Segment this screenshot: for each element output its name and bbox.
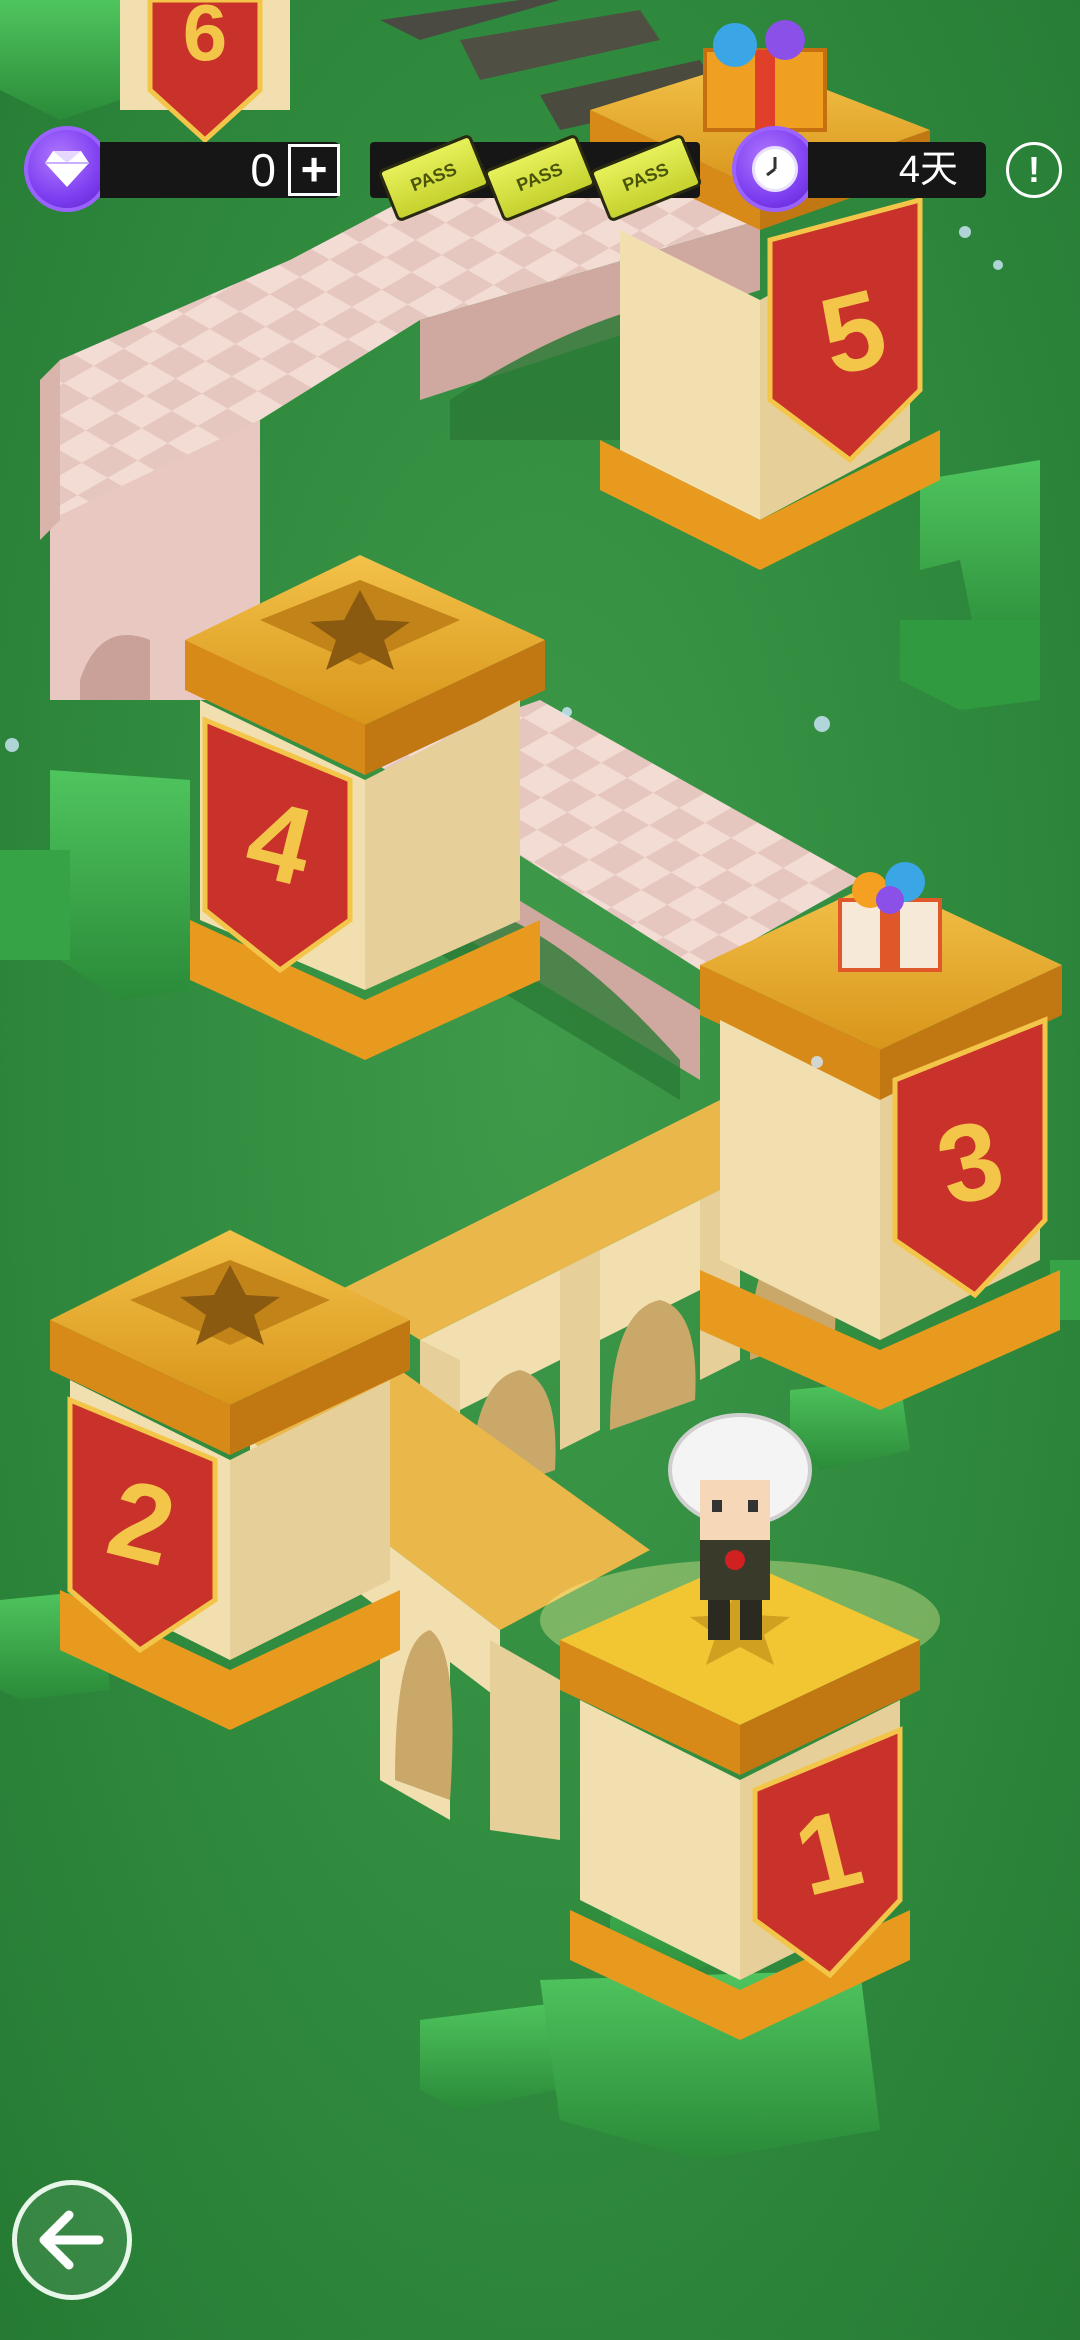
pillar-2[interactable]: 2 <box>50 1230 410 1730</box>
add-gems-button[interactable]: + <box>288 144 340 196</box>
gem-count: 0 <box>250 144 276 196</box>
diamond-icon <box>24 126 110 212</box>
pass-tickets-bar: PASS PASS PASS <box>370 133 703 223</box>
game-map: 6 5 4 3 2 1 <box>0 0 1080 2340</box>
pass-ticket-2: PASS <box>483 133 597 223</box>
top-hud: 0 + PASS PASS PASS 4天 ! <box>0 122 1080 223</box>
back-button[interactable] <box>12 2180 132 2300</box>
pass-ticket-3: PASS <box>589 133 703 223</box>
days-remaining: 4天 <box>898 149 958 191</box>
pass-ticket-1: PASS <box>377 133 491 223</box>
info-button[interactable]: ! <box>1006 142 1062 198</box>
map-scene: 6 5 4 3 2 1 <box>0 0 1080 2160</box>
arrow-left-icon <box>39 2210 104 2270</box>
pillar-4[interactable]: 4 <box>185 555 545 1060</box>
gift-box-5[interactable] <box>703 20 827 132</box>
pillar-6[interactable]: 6 <box>120 0 290 144</box>
clock-icon <box>732 126 818 212</box>
level-6-number: 6 <box>183 0 228 77</box>
